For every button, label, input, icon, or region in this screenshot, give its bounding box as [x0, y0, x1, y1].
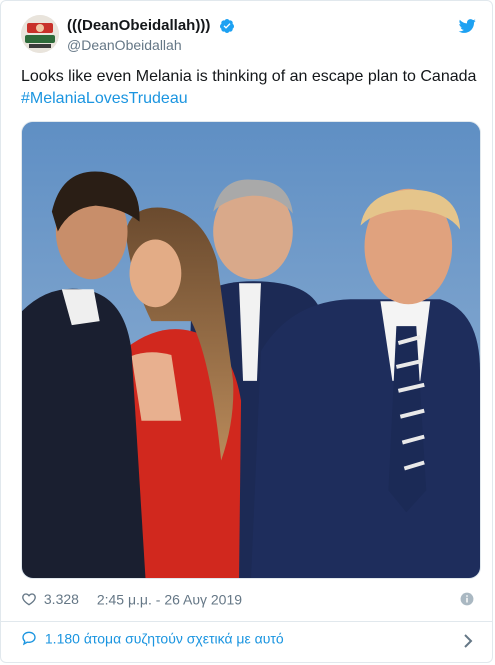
- tweet-timestamp[interactable]: 2:45 μ.μ. - 26 Αυγ 2019: [97, 591, 242, 607]
- info-icon[interactable]: [460, 592, 474, 606]
- verified-badge-icon: [219, 19, 234, 33]
- tweet-body: Looks like even Melania is thinking of a…: [21, 68, 477, 85]
- like-count[interactable]: 3.328: [44, 591, 79, 607]
- conversation-link[interactable]: 1.180 άτομα συζητούν σχετικά με αυτό: [21, 629, 478, 653]
- conversation-text: 1.180 άτομα συζητούν σχετικά με αυτό: [44, 630, 284, 647]
- author-names: (((DeanObeidallah))) @DeanObeidallah: [67, 17, 235, 54]
- tweet-photo[interactable]: [21, 121, 481, 579]
- author-handle[interactable]: @DeanObeidallah: [67, 36, 235, 54]
- hashtag-link[interactable]: #MelaniaLovesTrudeau: [21, 88, 481, 110]
- tweet-header: (((DeanObeidallah))) @DeanObeidallah: [21, 15, 478, 55]
- divider: [1, 621, 492, 622]
- display-name[interactable]: (((DeanObeidallah))): [67, 17, 210, 35]
- tweet-text: Looks like even Melania is thinking of a…: [21, 66, 481, 110]
- speech-bubble-icon: [22, 631, 36, 646]
- chevron-right-icon: [464, 634, 473, 648]
- tweet-meta: 3.328 2:45 μ.μ. - 26 Αυγ 2019: [21, 590, 474, 610]
- heart-icon[interactable]: [21, 591, 37, 607]
- tweet-card: (((DeanObeidallah))) @DeanObeidallah Loo…: [0, 0, 493, 663]
- avatar[interactable]: [21, 15, 59, 53]
- twitter-bird-icon[interactable]: [458, 17, 476, 35]
